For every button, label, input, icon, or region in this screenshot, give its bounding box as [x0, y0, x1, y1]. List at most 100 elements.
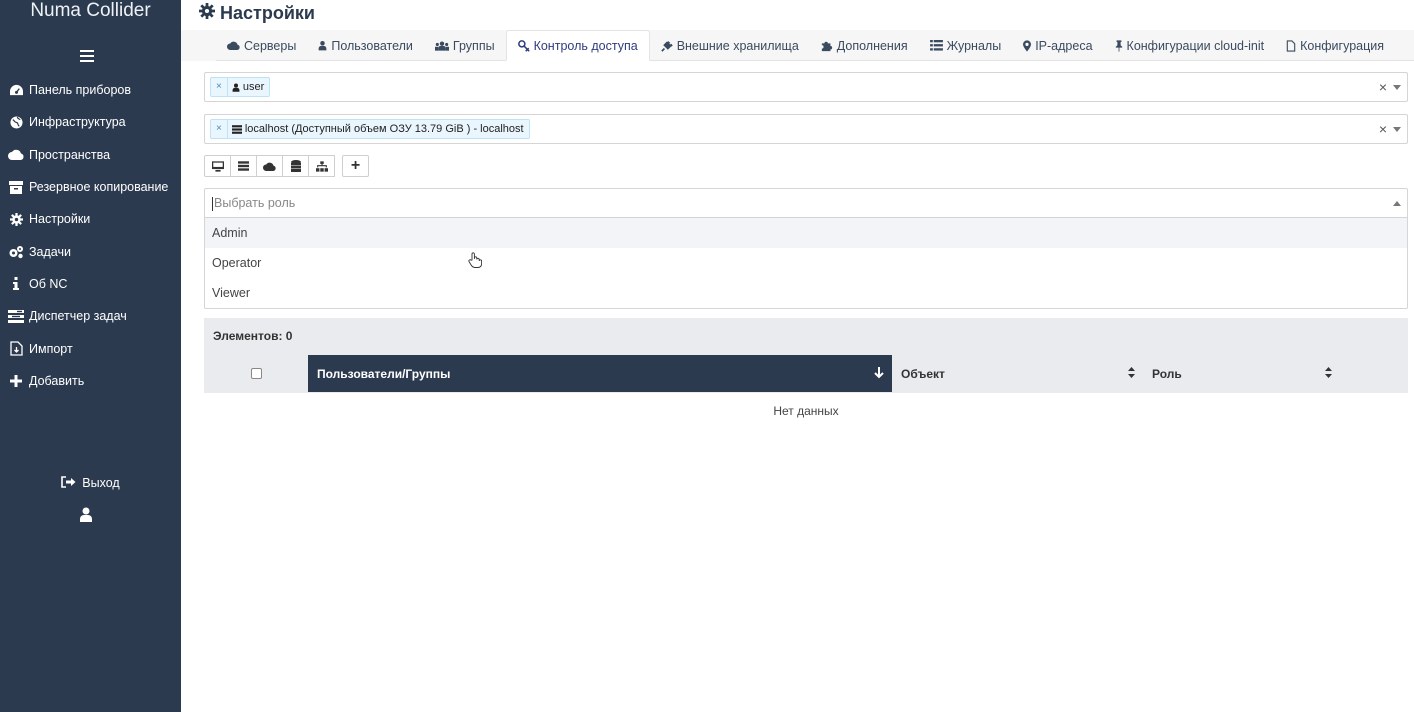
tab-label: Журналы: [946, 38, 1002, 53]
info-icon: [8, 276, 24, 292]
column-users-groups[interactable]: Пользователи/Группы: [308, 355, 892, 392]
page-title-text: Настройки: [220, 3, 315, 23]
vm-filter-button[interactable]: [204, 155, 231, 177]
network-filter-button[interactable]: [308, 155, 335, 177]
hand-pointer-icon: [468, 252, 483, 273]
tab-access-control[interactable]: Контроль доступа: [505, 30, 650, 61]
tab-servers[interactable]: Серверы: [216, 30, 307, 61]
sidebar-item-task-manager[interactable]: Диспетчер задач: [0, 300, 181, 332]
sidebar-item-label: Об NC: [29, 276, 68, 291]
object-select[interactable]: × localhost (Доступный объем ОЗУ 13.79 G…: [204, 114, 1408, 144]
sort-icon: [1128, 367, 1135, 381]
users-icon: [434, 40, 449, 51]
tab-configuration[interactable]: Конфигурация: [1275, 30, 1395, 61]
tab-external-storage[interactable]: Внешние хранилища: [650, 30, 810, 61]
sidebar-item-label: Диспетчер задач: [29, 309, 127, 324]
user-icon: [318, 41, 327, 51]
sidebar-item-settings[interactable]: Настройки: [0, 203, 181, 235]
chevron-down-icon[interactable]: [1393, 85, 1401, 90]
sidebar-item-spaces[interactable]: Пространства: [0, 139, 181, 171]
tab-users[interactable]: Пользователи: [307, 30, 424, 61]
plus-icon: [8, 373, 24, 389]
subject-chip-label: user: [242, 81, 265, 93]
server-icon: [238, 161, 249, 171]
sitemap-icon: [315, 160, 328, 172]
role-select[interactable]: Выбрать роль Admin Operator Viewer: [204, 188, 1408, 309]
tab-label: Группы: [452, 38, 495, 53]
sidebar-item-tasks[interactable]: Задачи: [0, 235, 181, 267]
sidebar-item-backup[interactable]: Резервное копирование: [0, 171, 181, 203]
page-title: Настройки: [199, 3, 315, 24]
select-all-checkbox[interactable]: [251, 368, 262, 379]
import-icon: [8, 341, 24, 357]
remove-chip-icon[interactable]: ×: [211, 120, 228, 138]
tab-plugins[interactable]: Дополнения: [810, 30, 919, 61]
add-object-button[interactable]: +: [342, 155, 369, 177]
map-marker-icon: [1023, 39, 1032, 52]
role-option-operator[interactable]: Operator: [205, 248, 1407, 278]
dashboard-icon: [8, 82, 24, 98]
pin-icon: [1115, 39, 1122, 52]
tab-logs[interactable]: Журналы: [919, 30, 1013, 61]
empty-table-message: Нет данных: [773, 404, 839, 418]
sidebar-item-dashboard[interactable]: Панель приборов: [0, 74, 181, 106]
sidebar-item-label: Инфраструктура: [29, 115, 126, 130]
chevron-down-icon[interactable]: [1393, 127, 1401, 132]
tab-label: Контроль доступа: [533, 38, 638, 53]
role-option-viewer[interactable]: Viewer: [205, 278, 1407, 308]
puzzle-icon: [821, 41, 832, 51]
cloud-icon: [263, 162, 276, 171]
sidebar-item-label: Пространства: [29, 147, 111, 162]
tab-ip-addresses[interactable]: IP-адреса: [1012, 30, 1103, 61]
menu-toggle-icon[interactable]: [80, 50, 94, 62]
sidebar-item-label: Настройки: [29, 212, 91, 227]
main-content: Настройки Серверы Пользователи Группы Ко…: [181, 0, 1414, 712]
tab-cloud-init[interactable]: Конфигурации cloud-init: [1104, 30, 1276, 61]
object-chip: × localhost (Доступный объем ОЗУ 13.79 G…: [210, 119, 530, 139]
role-option-admin[interactable]: Admin: [205, 218, 1407, 248]
tab-label: Пользователи: [331, 38, 413, 53]
column-role[interactable]: Роль: [1143, 355, 1340, 392]
sidebar-item-label: Панель приборов: [29, 83, 132, 98]
column-object[interactable]: Объект: [892, 355, 1143, 392]
subject-chip: × user: [210, 77, 271, 97]
column-label: Объект: [901, 366, 945, 381]
tab-groups[interactable]: Группы: [424, 30, 506, 61]
plug-icon: [660, 40, 673, 52]
server-icon: [231, 124, 242, 134]
cloud-icon: [8, 147, 24, 163]
cloud-icon: [227, 41, 240, 50]
sidebar-item-add[interactable]: Добавить: [0, 365, 181, 397]
column-label: Пользователи/Группы: [317, 366, 451, 381]
clear-icon[interactable]: ×: [1379, 79, 1387, 95]
gear-icon: [8, 211, 24, 227]
role-search-input[interactable]: Выбрать роль: [205, 189, 1407, 218]
arrow-down-icon: [874, 367, 884, 382]
object-type-toolbar: +: [204, 155, 369, 177]
chevron-up-icon[interactable]: [1393, 201, 1401, 206]
pool-filter-button[interactable]: [256, 155, 283, 177]
remove-chip-icon[interactable]: ×: [211, 78, 228, 96]
sidebar-item-about[interactable]: Об NC: [0, 268, 181, 300]
brand-title: Numa Collider: [30, 0, 151, 21]
text-cursor: [212, 196, 213, 211]
desktop-icon: [211, 160, 224, 172]
host-filter-button[interactable]: [230, 155, 257, 177]
sort-icon: [1325, 367, 1332, 381]
user-icon: [232, 83, 240, 92]
sidebar-item-infrastructure[interactable]: Инфраструктура: [0, 106, 181, 138]
tab-label: Дополнения: [836, 38, 908, 53]
file-icon: [1286, 39, 1296, 52]
sidebar-item-import[interactable]: Импорт: [0, 332, 181, 364]
clear-icon[interactable]: ×: [1379, 121, 1387, 137]
tab-label: Серверы: [244, 38, 297, 53]
settings-tabs: Серверы Пользователи Группы Контроль дос…: [216, 30, 1414, 61]
sidebar-item-label: Добавить: [29, 373, 85, 388]
subject-select[interactable]: × user ×: [204, 72, 1408, 102]
sidebar-item-label: Резервное копирование: [29, 180, 169, 195]
user-icon[interactable]: [79, 507, 95, 523]
logout-button[interactable]: Выход: [0, 474, 181, 492]
database-icon: [290, 160, 301, 172]
sidebar-item-label: Задачи: [29, 244, 71, 259]
sr-filter-button[interactable]: [282, 155, 309, 177]
